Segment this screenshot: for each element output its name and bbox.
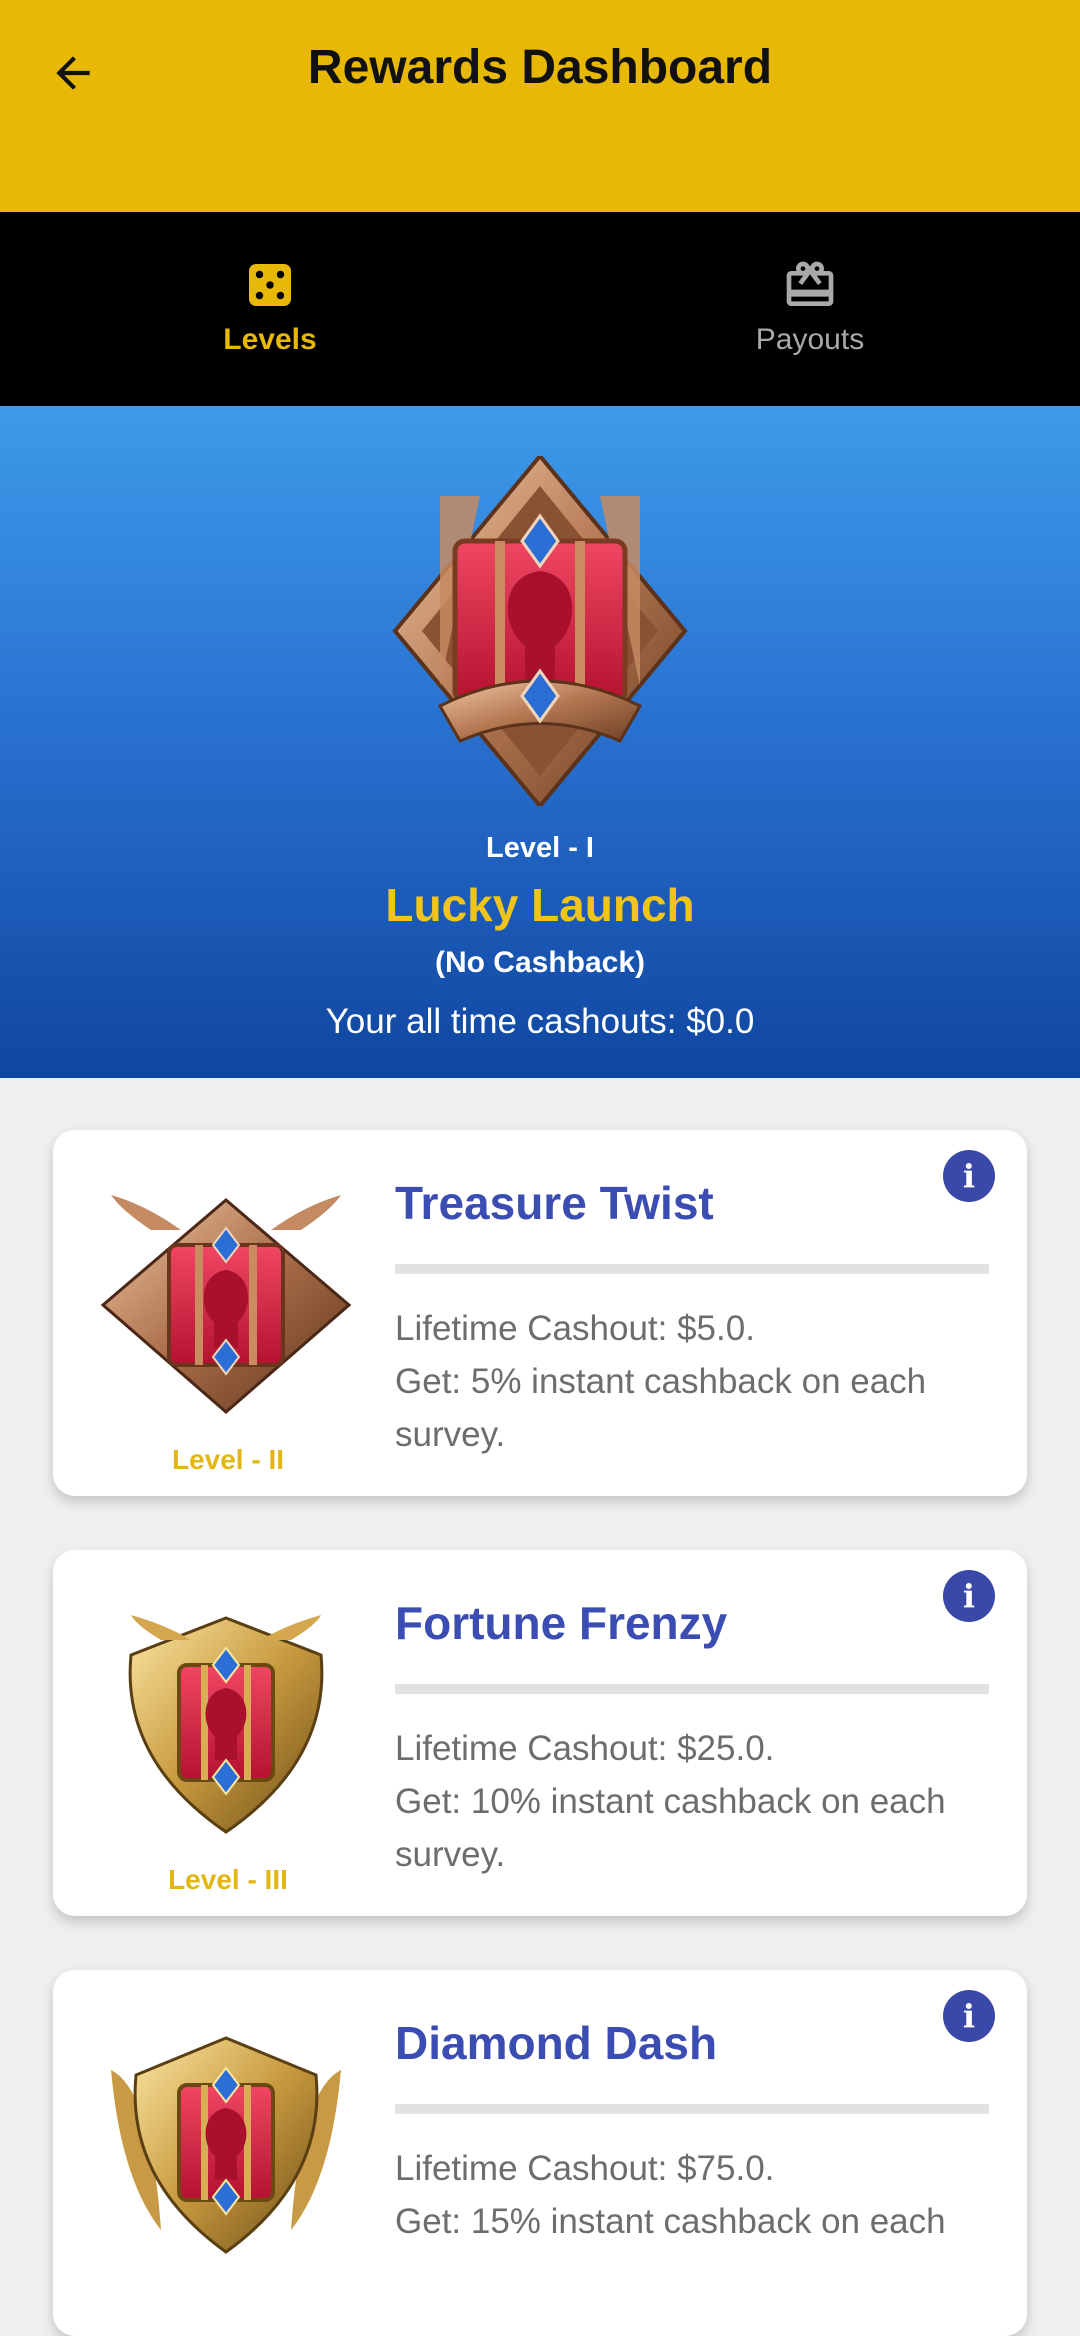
info-button[interactable]: i [943, 1150, 995, 1202]
tab-levels[interactable]: Levels [0, 212, 540, 406]
level-desc-text: Lifetime Cashout: $25.0. Get: 10% instan… [395, 1729, 946, 1874]
current-level-name: Lucky Launch [385, 879, 695, 931]
level-label: Level - III [168, 1864, 288, 1895]
tab-payouts-label: Payouts [755, 323, 865, 356]
divider [395, 2104, 989, 2114]
all-time-cashouts: Your all time cashouts: $0.0 [325, 1002, 755, 1041]
gold-shield-badge-icon [128, 1615, 324, 1834]
bronze-winged-badge-icon [100, 1195, 352, 1414]
tab-levels-label: Levels [223, 323, 317, 356]
level-title: Fortune Frenzy [395, 1597, 728, 1649]
info-icon: i [962, 1997, 976, 2035]
info-icon: i [962, 1577, 976, 1615]
current-level-number: Level - I [486, 832, 594, 864]
info-icon: i [962, 1157, 976, 1195]
level-label: Level - II [171, 1444, 285, 1475]
tab-bar: Levels Payouts [0, 212, 1080, 406]
level-title: Diamond Dash [395, 2017, 718, 2069]
dice-icon [249, 264, 291, 306]
level-description: Lifetime Cashout: $25.0. Get: 10% instan… [395, 1722, 995, 1881]
bronze-rank-badge-icon [392, 456, 688, 806]
level-title: Treasure Twist [395, 1177, 714, 1229]
level-description: Lifetime Cashout: $5.0. Get: 5% instant … [395, 1302, 995, 1461]
info-button[interactable]: i [943, 1570, 995, 1622]
current-level-note: (No Cashback) [434, 946, 646, 979]
level-description: Lifetime Cashout: $75.0. Get: 15% instan… [395, 2142, 995, 2248]
page-title: Rewards Dashboard [307, 41, 773, 94]
divider [395, 1684, 989, 1694]
gold-winged-badge-icon [111, 2036, 341, 2254]
gift-card-icon [786, 261, 834, 306]
app-bar: Rewards Dashboard [0, 0, 1080, 212]
current-level-panel: Level - I Lucky Launch (No Cashback) You… [0, 406, 1080, 1078]
level-card: Diamond Dash Lifetime Cashout: $75.0. Ge… [53, 1970, 1027, 2336]
level-desc-text: Lifetime Cashout: $75.0. Get: 15% instan… [395, 2149, 946, 2241]
tab-payouts[interactable]: Payouts [540, 212, 1080, 406]
info-button[interactable]: i [943, 1990, 995, 2042]
level-card: Level - II Treasure Twist Lifetime Casho… [53, 1130, 1027, 1496]
level-card: Level - III Fortune Frenzy Lifetime Cash… [53, 1550, 1027, 1916]
divider [395, 1264, 989, 1274]
level-desc-text: Lifetime Cashout: $5.0. Get: 5% instant … [395, 1309, 927, 1454]
